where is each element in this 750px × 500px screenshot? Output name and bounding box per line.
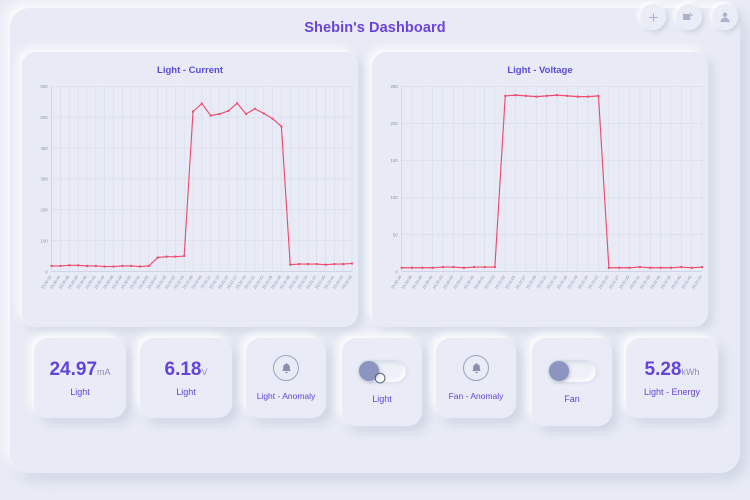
svg-text:600: 600 <box>40 84 48 89</box>
light-energy-metric: 5.28kWh Light - Energy <box>626 338 718 418</box>
svg-text:200: 200 <box>390 121 398 126</box>
metric-unit: mA <box>97 367 111 377</box>
fan-anomaly-card[interactable]: Fan - Anomaly <box>436 338 516 418</box>
bell-icon <box>280 362 293 375</box>
header-actions <box>640 4 738 30</box>
svg-text:100: 100 <box>40 238 48 243</box>
bell-indicator <box>273 355 299 381</box>
bell-indicator <box>463 355 489 381</box>
light-current-metric: 24.97mA Light <box>34 338 126 418</box>
charts-row: Light - Current 010020030040050060015:30… <box>22 52 708 327</box>
metric-value: 24.97mA <box>49 360 110 379</box>
user-icon <box>719 11 731 23</box>
anomaly-label: Light - Anomaly <box>257 391 316 401</box>
svg-text:15:31:44: 15:31:44 <box>690 274 703 290</box>
metric-value: 6.18V <box>165 360 208 379</box>
svg-text:500: 500 <box>40 115 48 120</box>
chart-card-current: Light - Current 010020030040050060015:30… <box>22 52 358 327</box>
toggle-switch[interactable] <box>548 360 596 382</box>
light-voltage-metric-cell: 6.18V Light <box>140 338 232 418</box>
widgets-row: 24.97mA Light 6.18V Light Light - Anomaly Lig… <box>22 338 722 433</box>
svg-text:250: 250 <box>390 84 398 89</box>
page-title: Shebin's Dashboard <box>0 20 750 36</box>
light-toggle-cell: Light <box>342 338 422 426</box>
svg-text:150: 150 <box>390 158 398 163</box>
metric-label: Light <box>70 387 90 397</box>
light-anomaly-card-cell: Light - Anomaly <box>246 338 326 418</box>
anomaly-label: Fan - Anomaly <box>449 391 504 401</box>
add-button[interactable] <box>640 4 666 30</box>
svg-text:0: 0 <box>45 269 48 274</box>
bell-icon <box>470 362 483 375</box>
svg-text:400: 400 <box>40 146 48 151</box>
metric-unit: V <box>201 367 207 377</box>
fan-toggle[interactable]: Fan <box>532 338 612 426</box>
profile-button[interactable] <box>712 4 738 30</box>
light-voltage-metric: 6.18V Light <box>140 338 232 418</box>
fan-toggle-cell: Fan <box>532 338 612 426</box>
dashboard-root: Shebin's Dashboard Light - Current 0 100 2… <box>0 0 750 500</box>
light-toggle[interactable]: Light <box>342 338 422 426</box>
light-current-metric-cell: 24.97mA Light <box>34 338 126 418</box>
metric-value: 5.28kWh <box>645 360 700 379</box>
metric-label: Light - Energy <box>644 387 700 397</box>
chart-plot-voltage: 05010015020025015:30:3415:30:3615:30:381… <box>372 78 708 325</box>
chart-card-voltage: Light - Voltage 05010015020025015:30:341… <box>372 52 708 327</box>
svg-text:50: 50 <box>393 232 398 237</box>
chart-title: Light - Current <box>22 65 358 76</box>
light-energy-metric-cell: 5.28kWh Light - Energy <box>626 338 718 418</box>
toggle-knob[interactable] <box>549 361 569 381</box>
svg-text:200: 200 <box>40 208 48 213</box>
plus-icon <box>648 12 659 23</box>
fan-anomaly-card-cell: Fan - Anomaly <box>436 338 516 418</box>
svg-text:0: 0 <box>395 269 398 274</box>
toggle-knob[interactable] <box>359 361 379 381</box>
toggle-label: Light <box>372 394 392 404</box>
edit-button[interactable] <box>676 4 702 30</box>
metric-unit: kWh <box>681 367 699 377</box>
line-chart-svg: 010020030040050060015:30:3215:30:3415:30… <box>22 78 358 325</box>
toggle-switch[interactable] <box>358 360 406 382</box>
toggle-label: Fan <box>564 394 580 404</box>
edit-square-icon <box>683 11 695 23</box>
chart-plot-current: 010020030040050060015:30:3215:30:3415:30… <box>22 78 358 325</box>
metric-label: Light <box>176 387 196 397</box>
svg-text:300: 300 <box>40 177 48 182</box>
light-anomaly-card[interactable]: Light - Anomaly <box>246 338 326 418</box>
svg-text:100: 100 <box>390 195 398 200</box>
line-chart-svg: 05010015020025015:30:3415:30:3615:30:381… <box>372 78 708 325</box>
chart-title: Light - Voltage <box>372 65 708 76</box>
